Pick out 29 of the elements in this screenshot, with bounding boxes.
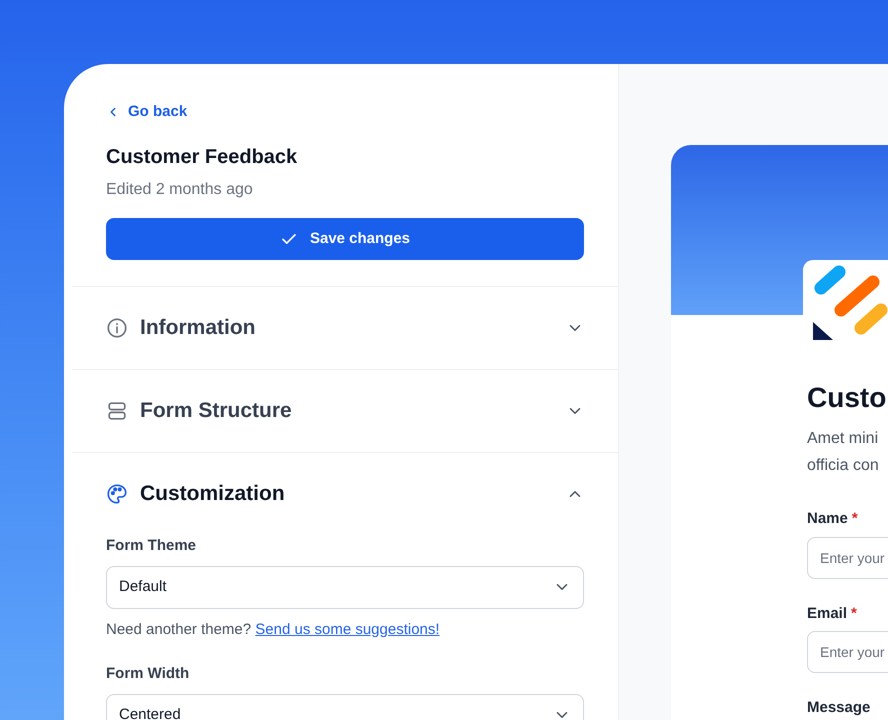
section-title: Customization (140, 481, 286, 508)
section-header[interactable]: Customization (72, 453, 618, 535)
save-button[interactable]: Save changes (106, 218, 584, 260)
suggestions-link[interactable]: Send us some suggestions! (255, 620, 440, 638)
description-line: Amet mini (807, 429, 880, 449)
back-link[interactable]: Go back (106, 100, 576, 124)
input-field[interactable]: Enter your (807, 631, 888, 673)
required-asterisk: * (851, 604, 857, 624)
select-field[interactable]: Centered (106, 694, 584, 720)
palette-icon (106, 483, 128, 505)
field-label: Email (807, 604, 848, 624)
info-icon (106, 317, 128, 339)
section-title: Information (140, 315, 256, 342)
field-label: Form Width (106, 664, 190, 684)
section-title: Form Structure (140, 398, 293, 424)
form-title: Customer Feedback (106, 145, 298, 170)
edited-time: Edited 2 months ago (106, 180, 254, 200)
input-field[interactable]: Enter your (807, 536, 888, 578)
field-label: Form Theme (106, 536, 198, 556)
stacked-rows-icon (106, 400, 128, 422)
description-line: officia con (807, 456, 880, 476)
section-header[interactable]: Information (72, 287, 618, 369)
select-field[interactable]: Default (106, 566, 584, 608)
section-header[interactable]: Form Structure (72, 370, 618, 452)
help-text: Need another theme? Send us some suggestions! (106, 620, 441, 640)
required-asterisk: * (852, 509, 858, 529)
field-label: Name (807, 509, 848, 529)
preview-title: Custo (807, 381, 888, 415)
field-label: Message (807, 698, 872, 718)
